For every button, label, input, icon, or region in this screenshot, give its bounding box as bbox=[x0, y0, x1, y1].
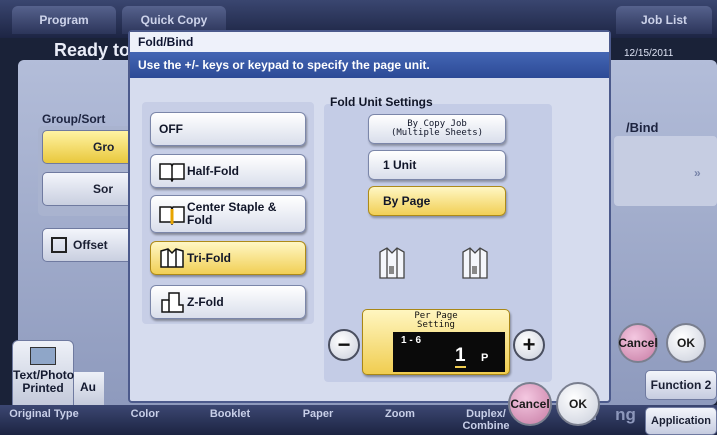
page-count-display: 1 - 6 1 P bbox=[393, 332, 505, 372]
page-range: 1 - 6 bbox=[401, 335, 422, 346]
increment-button[interactable]: + bbox=[513, 329, 545, 361]
page-count-value: 1 bbox=[455, 345, 466, 368]
binding-setting-box[interactable] bbox=[614, 136, 717, 206]
half-fold-button[interactable]: Half-Fold bbox=[150, 154, 306, 188]
tab-color[interactable]: Color bbox=[120, 408, 170, 420]
sort-button[interactable]: Sor bbox=[42, 172, 138, 206]
half-fold-icon bbox=[159, 163, 185, 182]
center-staple-fold-label: Center Staple & Fold bbox=[187, 200, 277, 227]
tri-fold-label: Tri-Fold bbox=[187, 251, 231, 265]
document-type-icon bbox=[30, 347, 56, 365]
text-photo-button[interactable]: Text/Photo Printed bbox=[12, 340, 74, 406]
by-copy-job-button[interactable]: By Copy Job (Multiple Sheets) bbox=[368, 114, 506, 144]
application-button[interactable]: Application bbox=[645, 407, 717, 435]
fold-unit-settings-label: Fold Unit Settings bbox=[330, 95, 433, 109]
z-fold-button[interactable]: Z-Fold bbox=[150, 285, 306, 319]
group-sort-label: Group/Sort bbox=[42, 112, 106, 126]
offset-button[interactable]: Offset bbox=[42, 228, 138, 262]
dialog-title: Fold/Bind bbox=[130, 32, 609, 52]
auto-color-button[interactable]: Au bbox=[74, 372, 104, 406]
z-fold-icon bbox=[161, 292, 184, 313]
tab-duplex-combine[interactable]: Duplex/ Combine bbox=[456, 408, 516, 432]
one-unit-button[interactable]: 1 Unit bbox=[368, 150, 506, 180]
background-ok-button[interactable]: OK bbox=[666, 323, 706, 363]
z-fold-label: Z-Fold bbox=[187, 295, 224, 309]
function-2-button[interactable]: Function 2 bbox=[645, 370, 717, 400]
date-display: 12/15/2011 bbox=[624, 48, 674, 59]
tri-fold-icon bbox=[160, 248, 184, 268]
group-button-label: Gro bbox=[93, 140, 115, 154]
ok-button[interactable]: OK bbox=[556, 382, 600, 426]
sort-button-label: Sor bbox=[93, 182, 114, 196]
tab-paper[interactable]: Paper bbox=[290, 408, 346, 420]
double-chevron-right-icon: » bbox=[694, 166, 701, 180]
center-staple-fold-icon bbox=[159, 206, 185, 225]
folded-sheet-icon bbox=[462, 247, 488, 279]
folded-sheet-icon bbox=[379, 247, 405, 279]
finishing-tab-label-tail: ng bbox=[615, 405, 636, 424]
binding-label: /Bind bbox=[626, 120, 659, 135]
tab-zoom[interactable]: Zoom bbox=[372, 408, 428, 420]
group-button[interactable]: Gro bbox=[42, 130, 138, 164]
background-cancel-button[interactable]: Cancel bbox=[618, 323, 658, 363]
text-photo-label: Text/Photo Printed bbox=[13, 368, 75, 395]
per-page-setting-label: Per Page Setting bbox=[414, 311, 458, 330]
cancel-button[interactable]: Cancel bbox=[508, 382, 552, 426]
fold-off-label: OFF bbox=[159, 122, 183, 136]
fold-off-button[interactable]: OFF bbox=[150, 112, 306, 146]
offset-button-label: Offset bbox=[73, 238, 108, 252]
tab-booklet[interactable]: Booklet bbox=[200, 408, 260, 420]
tab-job-list[interactable]: Job List bbox=[616, 6, 712, 34]
tri-fold-button[interactable]: Tri-Fold bbox=[150, 241, 306, 275]
per-page-setting-display[interactable]: Per Page Setting 1 - 6 1 P bbox=[362, 309, 510, 375]
dialog-instruction: Use the +/- keys or keypad to specify th… bbox=[130, 52, 609, 78]
decrement-button[interactable]: − bbox=[328, 329, 360, 361]
page-unit: P bbox=[481, 352, 489, 364]
offset-icon bbox=[51, 237, 67, 253]
center-staple-fold-button[interactable]: Center Staple & Fold bbox=[150, 195, 306, 233]
tab-original-type[interactable]: Original Type bbox=[6, 408, 82, 420]
by-page-button[interactable]: By Page bbox=[368, 186, 506, 216]
half-fold-label: Half-Fold bbox=[187, 164, 239, 178]
tab-program[interactable]: Program bbox=[12, 6, 116, 34]
fold-bind-dialog: Fold/Bind Use the +/- keys or keypad to … bbox=[128, 30, 611, 426]
